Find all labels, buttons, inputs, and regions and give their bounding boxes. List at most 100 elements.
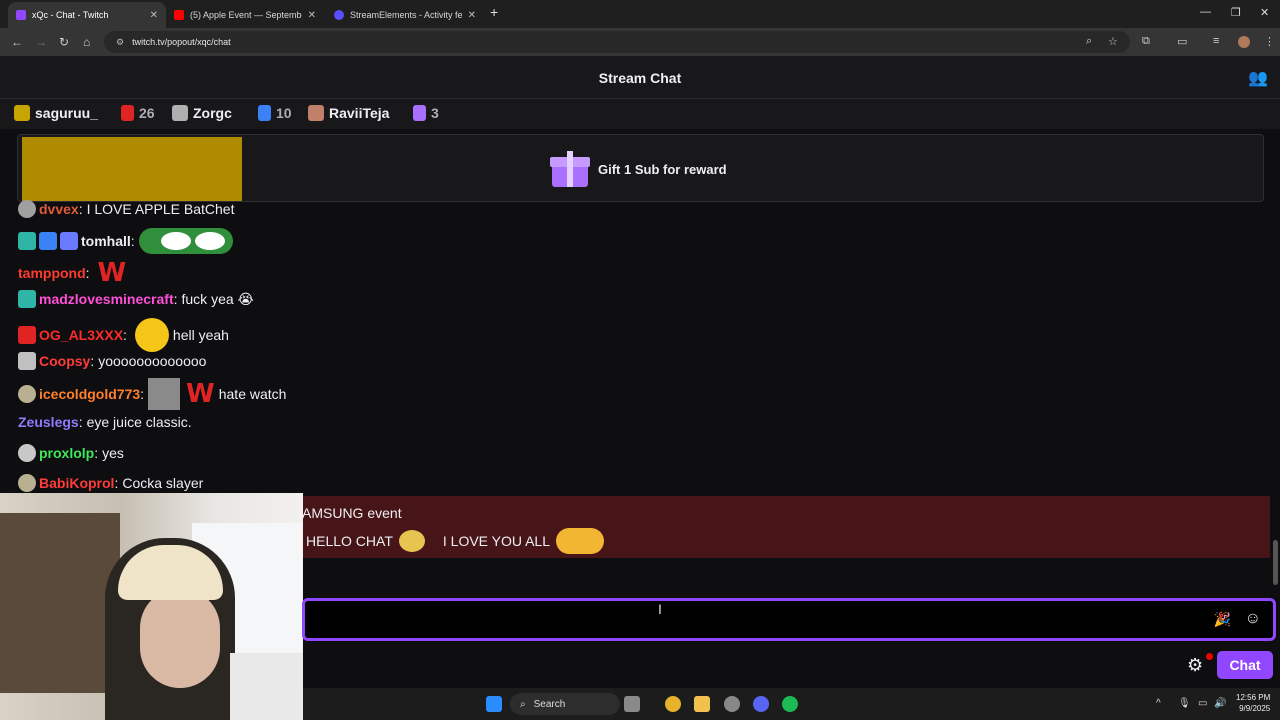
page-title: Stream Chat <box>598 70 682 86</box>
chat-username[interactable]: Zeuslegs <box>18 414 79 430</box>
highlight-text: AMSUNG event <box>302 505 402 521</box>
gift-leaderboard: saguruu_ 26 Zorgc 10 RaviiTeja 3 <box>0 99 1280 129</box>
leaderboard-user[interactable]: RaviiTeja <box>308 105 389 121</box>
tray-chevron-icon[interactable]: ^ <box>1156 698 1161 709</box>
site-info-icon[interactable]: ⚙ <box>116 37 124 48</box>
chat-message: dvvex: I LOVE APPLE BatChet <box>18 200 234 218</box>
microphone-icon[interactable]: 🎙 <box>1178 698 1191 709</box>
gift-icon <box>258 105 271 121</box>
scroll-thumb[interactable] <box>1273 540 1278 585</box>
emote-eyes-icon[interactable] <box>138 228 233 254</box>
tab-streamelements[interactable]: StreamElements - Activity feed ✕ <box>326 2 484 28</box>
badge-icon[interactable] <box>18 444 36 462</box>
highlight-text: HELLO CHAT <box>306 533 393 549</box>
chat-username[interactable]: tamppond <box>18 265 86 281</box>
youtube-icon <box>174 10 184 20</box>
reload-icon[interactable]: ↻ <box>59 35 69 49</box>
chrome-icon[interactable] <box>665 696 681 712</box>
leaderboard-user[interactable]: Zorgc <box>172 105 232 121</box>
leaderboard-user[interactable]: saguruu_ <box>14 105 98 121</box>
crown-icon <box>308 105 324 121</box>
chat-message: proxlolp: yes <box>18 444 124 462</box>
task-view-icon[interactable] <box>624 696 640 712</box>
badge-icon[interactable] <box>18 474 36 492</box>
badge-icon[interactable] <box>18 290 36 308</box>
chat-message: BabiKoprol: Cocka slayer <box>18 474 203 492</box>
chat-username[interactable]: icecoldgold773 <box>39 386 140 402</box>
new-tab-icon[interactable]: + <box>490 4 498 20</box>
party-icon[interactable]: 🎉 <box>1214 611 1231 628</box>
app-icon[interactable] <box>724 696 740 712</box>
back-icon[interactable]: ← <box>11 35 23 49</box>
forward-icon[interactable]: → <box>35 35 47 49</box>
badge-icon[interactable] <box>18 232 36 250</box>
emote-laugh-icon[interactable] <box>556 528 605 554</box>
spotify-icon[interactable] <box>782 696 798 712</box>
extensions-icon[interactable]: ⧉ <box>1142 35 1150 48</box>
gift-banner-text: Gift 1 Sub for reward <box>598 161 727 177</box>
tab-apple-event[interactable]: (5) Apple Event — September 9 ✕ <box>166 2 324 28</box>
badge-icon[interactable] <box>60 232 78 250</box>
close-window-icon[interactable]: ✕ <box>1260 6 1269 19</box>
network-icon[interactable]: ▭ <box>1198 698 1207 709</box>
chat-username[interactable]: dvvex <box>39 201 79 217</box>
chat-input-container[interactable]: 🎉 ☺ <box>302 598 1276 641</box>
community-icon[interactable]: 👥 <box>1248 68 1268 88</box>
volume-icon[interactable]: 🔊 <box>1214 698 1226 709</box>
chat-text: hell yeah <box>172 327 229 343</box>
emote-wave-icon[interactable] <box>398 530 425 552</box>
close-icon[interactable]: ✕ <box>308 10 316 21</box>
badge-icon[interactable] <box>18 200 36 218</box>
gift-icon <box>413 105 426 121</box>
badge-icon[interactable] <box>18 385 36 403</box>
windows-start-icon[interactable] <box>486 696 502 712</box>
chat-text: W <box>97 258 127 288</box>
url-field[interactable]: ⚙ twitch.tv/popout/xqc/chat <box>104 31 1130 53</box>
chat-text: Cocka slayer <box>122 475 204 491</box>
chat-username[interactable]: tomhall <box>81 233 131 249</box>
chat-text: I LOVE APPLE BatChet <box>86 201 235 217</box>
profile-avatar[interactable] <box>1238 36 1250 48</box>
zoom-icon[interactable]: ⌕ <box>1086 35 1092 48</box>
taskbar-search[interactable]: ⌕ Search <box>510 693 620 715</box>
chat-message: icecoldgold773: W hate watch <box>18 378 286 410</box>
restore-icon[interactable]: ❐ <box>1231 6 1241 19</box>
chat-username[interactable]: madzlovesminecraft <box>39 291 174 307</box>
emote-picker-icon[interactable]: ☺ <box>1245 610 1261 628</box>
leaderboard-count-text: 10 <box>276 105 292 121</box>
chat-messages: dvvex: I LOVE APPLE BatChet tomhall: tam… <box>0 198 1280 498</box>
url-text: twitch.tv/popout/xqc/chat <box>132 37 231 47</box>
chat-username[interactable]: BabiKoprol <box>39 475 114 491</box>
home-icon[interactable]: ⌂ <box>83 35 90 49</box>
chat-username[interactable]: proxlolp <box>39 445 94 461</box>
settings-gear-icon[interactable]: ⚙ <box>1187 655 1203 676</box>
close-icon[interactable]: ✕ <box>468 10 476 21</box>
minimize-icon[interactable]: — <box>1200 6 1211 18</box>
chat-username[interactable]: Coopsy <box>39 353 90 369</box>
redacted-overlay <box>22 137 242 201</box>
emote-thinking-icon[interactable] <box>134 318 169 352</box>
chat-scrollbar[interactable] <box>1272 135 1278 595</box>
gift-box-icon <box>550 149 590 189</box>
bookmark-star-icon[interactable]: ☆ <box>1108 35 1118 48</box>
gift-sub-cta[interactable]: Gift 1 Sub for reward <box>550 149 727 189</box>
chat-message: OG_AL3XXX: hell yeah <box>18 318 229 352</box>
highlighted-message: AMSUNG event HELLO CHAT I LOVE YOU ALL <box>302 496 1270 558</box>
cast-icon[interactable]: ▭ <box>1177 35 1187 48</box>
taskbar-clock[interactable]: 12:56 PM 9/9/2025 <box>1236 692 1270 714</box>
tab-xqc-chat[interactable]: xQc - Chat - Twitch ✕ <box>8 2 166 28</box>
badge-icon[interactable] <box>18 352 36 370</box>
media-icon[interactable]: ≡ <box>1213 35 1219 47</box>
emote-cat-icon[interactable] <box>148 378 181 410</box>
discord-icon[interactable] <box>753 696 769 712</box>
leaderboard-count-text: 26 <box>139 105 155 121</box>
badge-icon[interactable] <box>18 326 36 344</box>
chat-send-button[interactable]: Chat <box>1217 651 1273 679</box>
menu-dots-icon[interactable]: ⋮ <box>1264 35 1275 48</box>
chat-input[interactable] <box>313 607 1193 633</box>
file-explorer-icon[interactable] <box>694 696 710 712</box>
chat-username[interactable]: OG_AL3XXX <box>39 327 123 343</box>
badge-icon[interactable] <box>39 232 57 250</box>
gift-sub-banner[interactable]: Gift 1 Sub for reward <box>17 134 1264 202</box>
close-icon[interactable]: ✕ <box>150 10 158 21</box>
